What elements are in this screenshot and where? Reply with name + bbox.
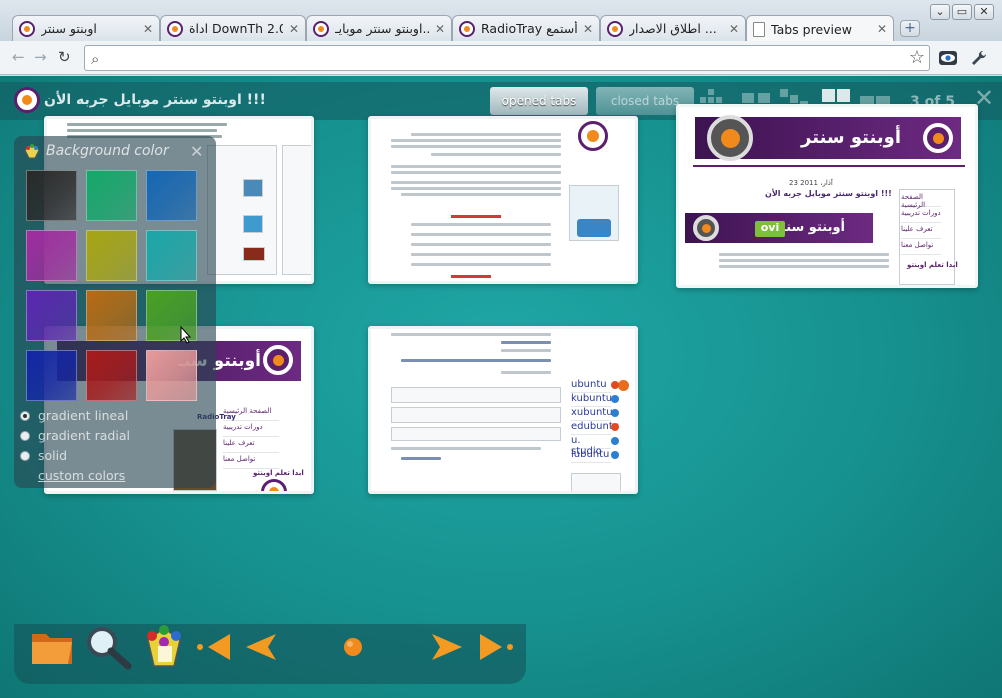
tab-close-icon[interactable]: ✕ <box>729 22 739 36</box>
tab-title: اداة DownTh 2.0... <box>189 21 283 36</box>
tab-thumbnail-3-selected[interactable]: أوبنتو سنتر الصفحة الرئيسية دورات تدريبي… <box>676 104 978 288</box>
tab-title: اوبنتو سنتر موبايـ... <box>335 21 429 36</box>
tabs-preview-area: !!! اوبنتو سنتر موبايل جربه الأن opened … <box>0 76 1002 698</box>
new-tab-button[interactable]: + <box>900 20 920 37</box>
address-bar[interactable]: ⌕ ☆ <box>84 45 930 71</box>
tab-title: اطلاق الاصدار ... <box>629 21 717 36</box>
color-swatch[interactable] <box>26 170 77 221</box>
tab-close-icon[interactable]: ✕ <box>143 22 153 36</box>
toolbar: ← → ↻ ⌕ ☆ <box>0 41 1002 75</box>
color-swatch[interactable] <box>146 230 197 281</box>
option-gradient-lineal[interactable]: gradient lineal <box>20 408 128 423</box>
folder-icon[interactable] <box>30 628 76 668</box>
distro-link: kubuntu <box>571 393 612 407</box>
tab-2[interactable]: اداة DownTh 2.0... ✕ <box>160 15 306 41</box>
option-gradient-radial[interactable]: gradient radial <box>20 428 130 443</box>
tab-title: RadioTray أستمع... <box>481 21 577 36</box>
paint-bucket-icon <box>24 143 40 159</box>
background-color-panel: Background color ✕ gradient lineal gradi… <box>14 136 216 488</box>
opened-tabs-button[interactable]: opened tabs <box>490 87 588 115</box>
address-input[interactable] <box>111 48 901 68</box>
distro-link: ubuntu <box>571 379 629 393</box>
close-window-button[interactable]: ✕ <box>974 4 994 20</box>
distro-link: xubuntu <box>571 407 613 421</box>
tab-title: Tabs preview <box>771 21 852 37</box>
tab-title: اوبنتو سنتر <box>41 21 97 36</box>
panel-title: Background color <box>46 143 169 159</box>
site-favicon-icon <box>19 20 35 37</box>
site-favicon-icon <box>313 20 329 37</box>
minimize-button[interactable]: ⌄ <box>930 4 950 20</box>
search-icon: ⌕ <box>91 50 100 68</box>
tab-close-icon[interactable]: ✕ <box>583 22 593 36</box>
color-swatch[interactable] <box>86 350 137 401</box>
radio-icon[interactable] <box>20 430 30 441</box>
tab-4[interactable]: RadioTray أستمع... ✕ <box>452 15 600 41</box>
color-swatch[interactable] <box>146 350 197 401</box>
ubuntu-center-logo-icon <box>14 87 40 113</box>
document-icon <box>753 21 765 37</box>
tab-thumbnail-5[interactable]: ubuntu kubuntu xubuntu edubuntu u. studi… <box>368 326 638 494</box>
distro-link: u. studio <box>571 435 611 457</box>
site-favicon-icon <box>167 20 183 37</box>
tab-strip: ⌄ ▭ ✕ اوبنتو سنتر ✕ اداة DownTh 2.0... ✕… <box>0 0 1002 42</box>
radio-selected-icon[interactable] <box>20 410 30 421</box>
extension-eye-icon[interactable] <box>938 49 958 70</box>
site-favicon-icon <box>607 20 623 37</box>
color-swatch[interactable] <box>86 170 137 221</box>
radio-icon[interactable] <box>20 450 30 461</box>
distro-link: edubuntu <box>571 421 619 435</box>
next-icon[interactable] <box>428 632 468 662</box>
page-title: !!! اوبنتو سنتر موبايل جربه الأن <box>44 92 266 108</box>
color-swatch[interactable] <box>146 170 197 221</box>
site-favicon-icon <box>459 20 475 37</box>
page-indicator-icon[interactable] <box>342 636 364 658</box>
ovi-badge: ovi <box>755 221 785 237</box>
maximize-button[interactable]: ▭ <box>952 4 972 20</box>
back-button[interactable]: ← <box>12 49 25 65</box>
browser-window: ⌄ ▭ ✕ اوبنتو سنتر ✕ اداة DownTh 2.0... ✕… <box>0 0 1002 698</box>
reload-button[interactable]: ↻ <box>58 49 71 65</box>
last-icon[interactable] <box>474 632 514 662</box>
color-swatch[interactable] <box>26 350 77 401</box>
color-palette-icon[interactable] <box>140 622 188 670</box>
tab-5[interactable]: اطلاق الاصدار ... ✕ <box>600 15 746 41</box>
forward-button[interactable]: → <box>34 49 47 65</box>
tab-tabs-preview[interactable]: Tabs preview ✕ <box>746 15 894 42</box>
tab-close-icon[interactable]: ✕ <box>289 22 299 36</box>
tab-close-icon[interactable]: ✕ <box>435 22 445 36</box>
color-swatch[interactable] <box>86 290 137 341</box>
tab-3[interactable]: اوبنتو سنتر موبايـ... ✕ <box>306 15 452 41</box>
option-solid[interactable]: solid <box>20 448 67 463</box>
search-icon[interactable] <box>84 624 132 670</box>
wrench-icon[interactable] <box>970 49 988 70</box>
panel-close-icon[interactable]: ✕ <box>190 142 203 161</box>
bookmark-star-icon[interactable]: ☆ <box>909 47 925 68</box>
custom-colors-link[interactable]: custom colors <box>38 468 125 483</box>
color-swatch[interactable] <box>26 230 77 281</box>
tab-1[interactable]: اوبنتو سنتر ✕ <box>12 15 160 41</box>
tab-thumbnail-2[interactable] <box>368 116 638 284</box>
color-swatch[interactable] <box>26 290 77 341</box>
distro-link: lubuntu <box>571 449 611 463</box>
mouse-cursor-icon <box>180 326 192 344</box>
first-icon[interactable] <box>196 632 236 662</box>
previous-icon[interactable] <box>240 632 280 662</box>
color-swatch[interactable] <box>86 230 137 281</box>
tab-close-icon[interactable]: ✕ <box>877 22 887 36</box>
